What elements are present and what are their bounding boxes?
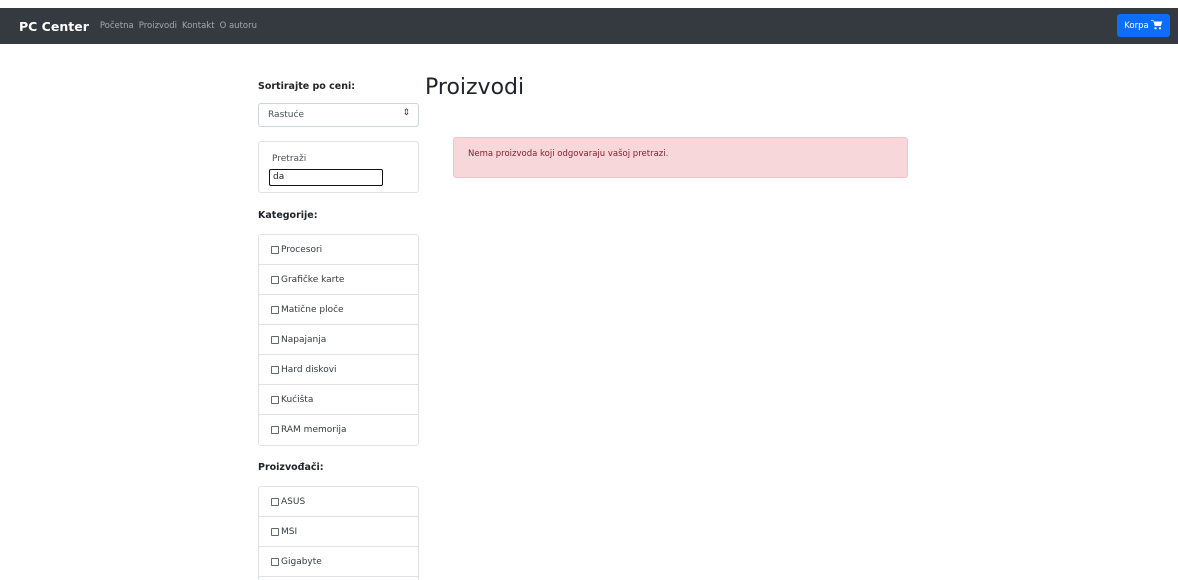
- sort-label: Sortirajte po ceni:: [258, 81, 356, 92]
- category-label: Hard diskovi: [281, 364, 337, 375]
- page-title: Proizvodi: [425, 75, 525, 100]
- category-item-maticne-ploce[interactable]: Matične ploče: [259, 295, 418, 325]
- category-label: Napajanja: [281, 334, 327, 345]
- category-item-hard-diskovi[interactable]: Hard diskovi: [259, 355, 418, 385]
- checkbox[interactable]: [271, 335, 279, 344]
- checkbox[interactable]: [271, 497, 279, 506]
- manufacturers-label: Proizvođači:: [258, 462, 324, 473]
- category-item-graficke-karte[interactable]: Grafičke karte: [259, 265, 418, 295]
- nav-link-pocetna[interactable]: Početna: [100, 21, 134, 31]
- cart-button-label: Korpa: [1124, 20, 1149, 31]
- manufacturer-label: MSI: [281, 526, 298, 537]
- manufacturers-list: ASUS MSI Gigabyte: [258, 486, 419, 580]
- search-card: Pretraži da: [258, 141, 419, 193]
- checkbox[interactable]: [271, 365, 279, 374]
- cart-button[interactable]: Korpa: [1117, 14, 1170, 37]
- checkbox[interactable]: [271, 245, 279, 254]
- checkbox[interactable]: [271, 557, 279, 566]
- checkbox[interactable]: [271, 275, 279, 284]
- navbar: PC Center Početna Proizvodi Kontakt O au…: [0, 8, 1178, 44]
- checkbox[interactable]: [271, 305, 279, 314]
- category-label: Matične ploče: [281, 304, 344, 315]
- category-item-ram-memorija[interactable]: RAM memorija: [259, 415, 418, 445]
- select-caret-icon: ⇕: [402, 108, 410, 118]
- category-label: Grafičke karte: [281, 274, 345, 285]
- manufacturer-item-asus[interactable]: ASUS: [259, 487, 418, 517]
- sort-select-value: Rastuće: [268, 110, 304, 120]
- category-item-napajanja[interactable]: Napajanja: [259, 325, 418, 355]
- nav-link-kontakt[interactable]: Kontakt: [182, 21, 215, 31]
- manufacturer-label: ASUS: [281, 496, 306, 507]
- manufacturer-label: Gigabyte: [281, 556, 322, 567]
- checkbox[interactable]: [271, 395, 279, 404]
- categories-label: Kategorije:: [258, 210, 318, 221]
- no-results-alert: Nema proizvoda koji odgovaraju vašoj pre…: [453, 137, 908, 178]
- category-label: Kućišta: [281, 394, 314, 405]
- category-label: Procesori: [281, 244, 323, 255]
- cart-icon: [1150, 19, 1163, 33]
- nav-link-o-autoru[interactable]: O autoru: [220, 21, 257, 31]
- checkbox[interactable]: [271, 426, 279, 434]
- search-label: Pretraži: [272, 154, 307, 164]
- nav-link-proizvodi[interactable]: Proizvodi: [139, 21, 177, 31]
- category-item-kucista[interactable]: Kućišta: [259, 385, 418, 415]
- manufacturer-item-gigabyte[interactable]: Gigabyte: [259, 547, 418, 577]
- manufacturer-item-msi[interactable]: MSI: [259, 517, 418, 547]
- sort-select[interactable]: Rastuće ⇕: [258, 103, 419, 127]
- categories-list: Procesori Grafičke karte Matične ploče N…: [258, 234, 419, 446]
- search-input[interactable]: da: [269, 169, 383, 186]
- category-item-procesori[interactable]: Procesori: [259, 235, 418, 265]
- brand-logo[interactable]: PC Center: [19, 19, 89, 34]
- category-label: RAM memorija: [281, 425, 347, 435]
- checkbox[interactable]: [271, 527, 279, 536]
